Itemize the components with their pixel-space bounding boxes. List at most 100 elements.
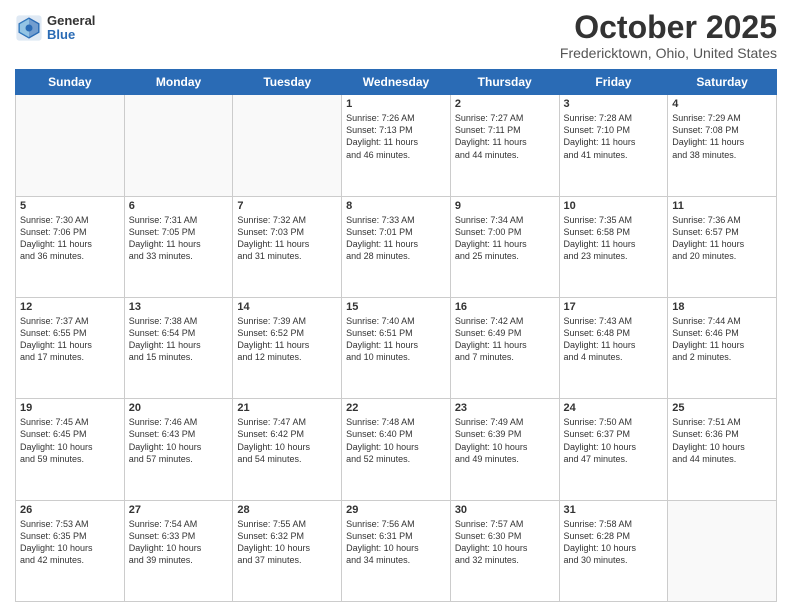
calendar-cell-w4d4: 30Sunrise: 7:57 AM Sunset: 6:30 PM Dayli… [450,500,559,601]
calendar-cell-w0d1 [124,95,233,196]
day-number: 23 [455,402,555,414]
day-number: 2 [455,98,555,110]
day-info: Sunrise: 7:39 AM Sunset: 6:52 PM Dayligh… [237,315,337,364]
calendar-cell-w0d3: 1 Sunrise: 7:26 AM Sunset: 7:13 PM Daylig… [342,95,451,196]
logo-general-text: General [47,14,95,28]
day-info: Sunrise: 7:48 AM Sunset: 6:40 PM Dayligh… [346,416,446,465]
calendar-cell-w2d1: 13 Sunrise: 7:38 AM Sunset: 6:54 PM Dayli… [124,297,233,398]
day-number: 24 [564,402,664,414]
day-number: 1 [346,98,446,110]
weekday-header-tuesday: Tuesday [233,70,342,95]
calendar-cell-w0d6: 4Sunrise: 7:29 AM Sunset: 7:08 PM Daylig… [668,95,777,196]
day-number: 3 [564,98,664,110]
calendar-cell-w4d5: 31Sunrise: 7:58 AM Sunset: 6:28 PM Dayli… [559,500,668,601]
calendar-cell-w2d6: 18Sunrise: 7:44 AM Sunset: 6:46 PM Dayli… [668,297,777,398]
day-number: 11 [672,200,772,212]
calendar-cell-w3d1: 20 Sunrise: 7:46 AM Sunset: 6:43 PM Dayli… [124,399,233,500]
week-row-3: 19 Sunrise: 7:45 AM Sunset: 6:45 PM Dayli… [16,399,777,500]
day-number: 16 [455,301,555,313]
calendar-cell-w4d0: 26 Sunrise: 7:53 AM Sunset: 6:35 PM Dayli… [16,500,125,601]
calendar-cell-w0d2 [233,95,342,196]
weekday-header-sunday: Sunday [16,70,125,95]
calendar-cell-w2d3: 15Sunrise: 7:40 AM Sunset: 6:51 PM Dayli… [342,297,451,398]
logo-icon [15,14,43,42]
calendar-cell-w4d1: 27Sunrise: 7:54 AM Sunset: 6:33 PM Dayli… [124,500,233,601]
weekday-header-thursday: Thursday [450,70,559,95]
logo-text: General Blue [47,14,95,43]
day-info: Sunrise: 7:40 AM Sunset: 6:51 PM Dayligh… [346,315,446,364]
day-number: 8 [346,200,446,212]
calendar-cell-w0d5: 3 Sunrise: 7:28 AM Sunset: 7:10 PM Daylig… [559,95,668,196]
day-info: Sunrise: 7:53 AM Sunset: 6:35 PM Dayligh… [20,518,120,567]
day-number: 30 [455,504,555,516]
calendar-cell-w1d1: 6 Sunrise: 7:31 AM Sunset: 7:05 PM Daylig… [124,196,233,297]
day-info: Sunrise: 7:46 AM Sunset: 6:43 PM Dayligh… [129,416,229,465]
day-info: Sunrise: 7:35 AM Sunset: 6:58 PM Dayligh… [564,214,664,263]
calendar-table: SundayMondayTuesdayWednesdayThursdayFrid… [15,69,777,602]
day-info: Sunrise: 7:27 AM Sunset: 7:11 PM Dayligh… [455,112,555,161]
calendar-cell-w1d2: 7Sunrise: 7:32 AM Sunset: 7:03 PM Daylig… [233,196,342,297]
week-row-0: 1 Sunrise: 7:26 AM Sunset: 7:13 PM Daylig… [16,95,777,196]
day-info: Sunrise: 7:51 AM Sunset: 6:36 PM Dayligh… [672,416,772,465]
day-number: 13 [129,301,229,313]
day-number: 12 [20,301,120,313]
day-number: 19 [20,402,120,414]
day-info: Sunrise: 7:31 AM Sunset: 7:05 PM Dayligh… [129,214,229,263]
day-info: Sunrise: 7:47 AM Sunset: 6:42 PM Dayligh… [237,416,337,465]
day-number: 10 [564,200,664,212]
day-number: 6 [129,200,229,212]
day-number: 21 [237,402,337,414]
page: General Blue October 2025 Fredericktown,… [0,0,792,612]
day-number: 20 [129,402,229,414]
week-row-2: 12 Sunrise: 7:37 AM Sunset: 6:55 PM Dayli… [16,297,777,398]
calendar-cell-w2d5: 17Sunrise: 7:43 AM Sunset: 6:48 PM Dayli… [559,297,668,398]
day-info: Sunrise: 7:58 AM Sunset: 6:28 PM Dayligh… [564,518,664,567]
calendar-cell-w1d3: 8 Sunrise: 7:33 AM Sunset: 7:01 PM Daylig… [342,196,451,297]
calendar-cell-w4d3: 29Sunrise: 7:56 AM Sunset: 6:31 PM Dayli… [342,500,451,601]
calendar-cell-w3d2: 21 Sunrise: 7:47 AM Sunset: 6:42 PM Dayli… [233,399,342,500]
calendar-cell-w3d5: 24Sunrise: 7:50 AM Sunset: 6:37 PM Dayli… [559,399,668,500]
day-info: Sunrise: 7:26 AM Sunset: 7:13 PM Dayligh… [346,112,446,161]
calendar-cell-w0d4: 2 Sunrise: 7:27 AM Sunset: 7:11 PM Daylig… [450,95,559,196]
day-info: Sunrise: 7:49 AM Sunset: 6:39 PM Dayligh… [455,416,555,465]
month-title: October 2025 [560,10,777,45]
weekday-header-row: SundayMondayTuesdayWednesdayThursdayFrid… [16,70,777,95]
weekday-header-saturday: Saturday [668,70,777,95]
day-info: Sunrise: 7:56 AM Sunset: 6:31 PM Dayligh… [346,518,446,567]
day-info: Sunrise: 7:45 AM Sunset: 6:45 PM Dayligh… [20,416,120,465]
day-number: 14 [237,301,337,313]
day-info: Sunrise: 7:34 AM Sunset: 7:00 PM Dayligh… [455,214,555,263]
calendar-cell-w1d4: 9 Sunrise: 7:34 AM Sunset: 7:00 PM Daylig… [450,196,559,297]
calendar-cell-w1d0: 5 Sunrise: 7:30 AM Sunset: 7:06 PM Daylig… [16,196,125,297]
day-number: 28 [237,504,337,516]
day-number: 26 [20,504,120,516]
calendar-cell-w2d2: 14 Sunrise: 7:39 AM Sunset: 6:52 PM Dayli… [233,297,342,398]
logo-blue-text: Blue [47,28,95,42]
calendar-cell-w1d5: 10 Sunrise: 7:35 AM Sunset: 6:58 PM Dayli… [559,196,668,297]
calendar-cell-w3d3: 22 Sunrise: 7:48 AM Sunset: 6:40 PM Dayli… [342,399,451,500]
day-number: 4 [672,98,772,110]
week-row-4: 26 Sunrise: 7:53 AM Sunset: 6:35 PM Dayli… [16,500,777,601]
day-info: Sunrise: 7:36 AM Sunset: 6:57 PM Dayligh… [672,214,772,263]
weekday-header-wednesday: Wednesday [342,70,451,95]
day-number: 5 [20,200,120,212]
day-info: Sunrise: 7:30 AM Sunset: 7:06 PM Dayligh… [20,214,120,263]
calendar-cell-w3d6: 25 Sunrise: 7:51 AM Sunset: 6:36 PM Dayli… [668,399,777,500]
day-info: Sunrise: 7:54 AM Sunset: 6:33 PM Dayligh… [129,518,229,567]
day-info: Sunrise: 7:37 AM Sunset: 6:55 PM Dayligh… [20,315,120,364]
day-info: Sunrise: 7:28 AM Sunset: 7:10 PM Dayligh… [564,112,664,161]
calendar-cell-w3d0: 19 Sunrise: 7:45 AM Sunset: 6:45 PM Dayli… [16,399,125,500]
day-info: Sunrise: 7:33 AM Sunset: 7:01 PM Dayligh… [346,214,446,263]
day-info: Sunrise: 7:42 AM Sunset: 6:49 PM Dayligh… [455,315,555,364]
day-number: 22 [346,402,446,414]
day-number: 9 [455,200,555,212]
title-block: October 2025 Fredericktown, Ohio, United… [560,10,777,61]
day-number: 25 [672,402,772,414]
calendar-cell-w3d4: 23 Sunrise: 7:49 AM Sunset: 6:39 PM Dayli… [450,399,559,500]
day-info: Sunrise: 7:38 AM Sunset: 6:54 PM Dayligh… [129,315,229,364]
calendar-cell-w2d0: 12 Sunrise: 7:37 AM Sunset: 6:55 PM Dayli… [16,297,125,398]
weekday-header-monday: Monday [124,70,233,95]
calendar-cell-w0d0 [16,95,125,196]
day-number: 17 [564,301,664,313]
calendar-cell-w4d2: 28Sunrise: 7:55 AM Sunset: 6:32 PM Dayli… [233,500,342,601]
